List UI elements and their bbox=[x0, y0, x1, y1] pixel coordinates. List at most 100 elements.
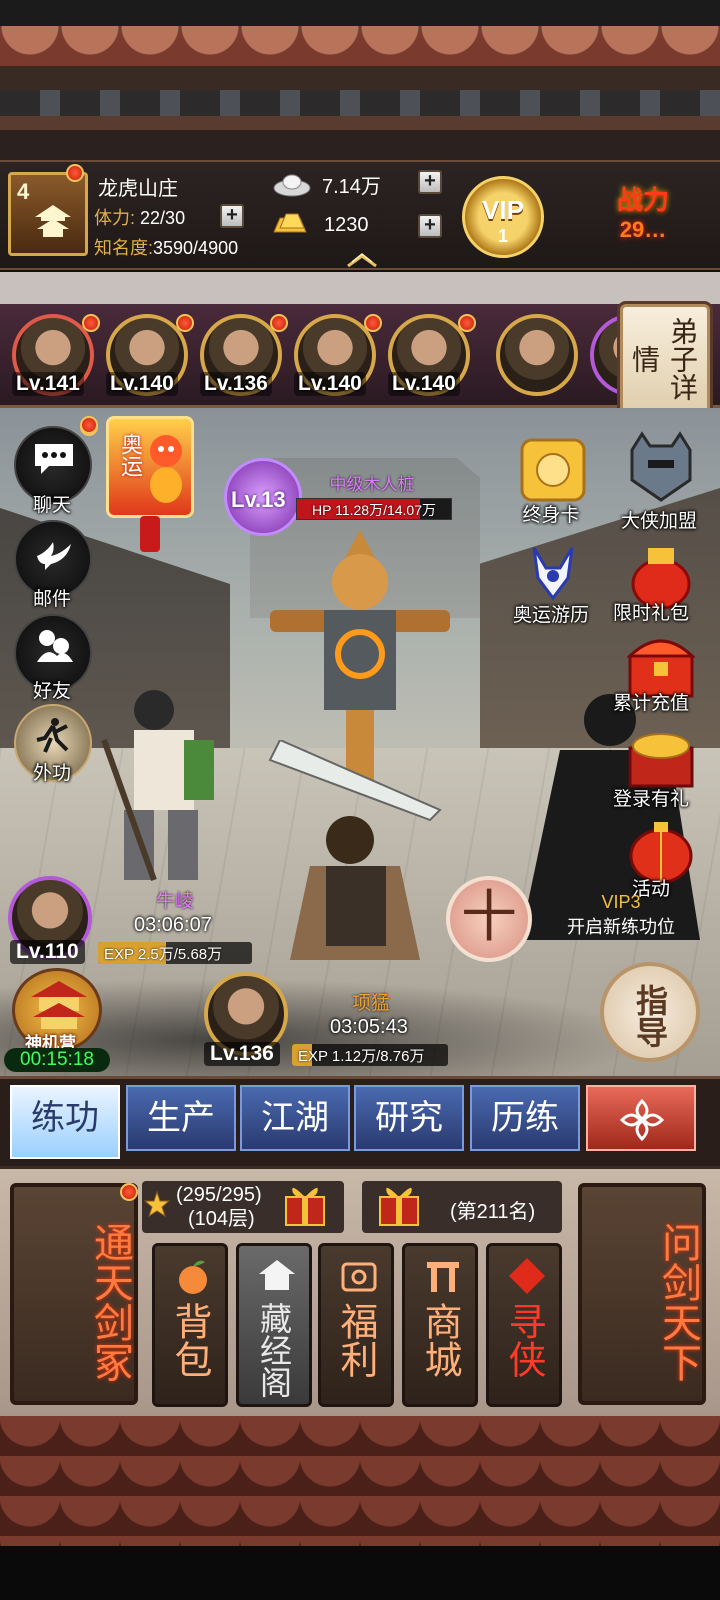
target-name: 中级木人桩 bbox=[329, 475, 415, 494]
notification-dot bbox=[120, 1183, 138, 1201]
collapse-chevron-icon[interactable] bbox=[344, 250, 380, 268]
silver-amount: 7.14万 bbox=[322, 176, 381, 198]
silver-ingot-icon bbox=[273, 174, 311, 197]
gift-box-icon[interactable] bbox=[374, 1179, 424, 1229]
notification-dot bbox=[458, 314, 476, 332]
pavilion-roof-icon bbox=[259, 1260, 295, 1290]
tab-jianghu[interactable]: 江湖 bbox=[240, 1085, 350, 1151]
manor-level: 4 bbox=[17, 179, 30, 204]
guide-button[interactable]: 指导 bbox=[600, 962, 700, 1062]
disciple-figure-left bbox=[101, 690, 214, 882]
exp-bar: EXP 2.5万/5.68万 bbox=[98, 942, 252, 964]
bottom-panel: 通天剑冢 (295/295) (104层) (第211名) 问剑天下 背包 藏经… bbox=[0, 1166, 720, 1416]
add-gold-button[interactable]: + bbox=[418, 214, 442, 238]
gold-amount: 1230 bbox=[324, 214, 369, 236]
scripture-pavilion-button[interactable]: 藏经阁 bbox=[236, 1243, 312, 1407]
tower-floor: (104层) bbox=[188, 1208, 255, 1230]
tab-experience[interactable]: 历练 bbox=[470, 1085, 580, 1151]
login-gift-label: 登录有礼 bbox=[612, 789, 689, 810]
tab-research[interactable]: 研究 bbox=[354, 1085, 464, 1151]
welfare-button[interactable]: 福利 bbox=[318, 1243, 394, 1407]
disciple-bar: Lv.141 Lv.140 Lv.136 Lv.140 Lv.140 bbox=[0, 304, 720, 408]
backpack-peach-icon bbox=[179, 1260, 207, 1294]
disciple-level: Lv.140 bbox=[294, 372, 366, 396]
gold-ingot-icon bbox=[273, 213, 307, 233]
cumulative-recharge-label: 累计充值 bbox=[612, 693, 689, 714]
wenjian-tianxia-button[interactable]: 问剑天下 bbox=[578, 1183, 706, 1405]
notification-dot bbox=[66, 164, 84, 182]
add-training-slot-button[interactable]: 十 bbox=[446, 876, 532, 962]
vip-badge[interactable]: VIP 1 bbox=[462, 176, 544, 258]
navigation-bar-area bbox=[0, 1546, 720, 1600]
lifetime-card-icon[interactable] bbox=[512, 434, 594, 510]
workshop-button[interactable]: 神机营 bbox=[12, 968, 102, 1053]
martial-artist-icon bbox=[36, 718, 69, 753]
palace-icon bbox=[31, 981, 87, 1029]
training-timer: 03:06:07 bbox=[134, 914, 212, 936]
notification-dot bbox=[270, 314, 288, 332]
olympic-tour-label: 奥运游历 bbox=[512, 605, 589, 626]
chat-label: 聊天 bbox=[32, 495, 71, 516]
red-seal-icon bbox=[509, 1258, 545, 1294]
limited-pack-label: 限时礼包 bbox=[612, 603, 689, 624]
dove-icon bbox=[37, 542, 71, 570]
add-stamina-button[interactable]: + bbox=[220, 204, 244, 228]
tassel-decoration bbox=[140, 516, 160, 552]
workshop-timer: 00:15:18 bbox=[4, 1048, 110, 1072]
pavilion-icon bbox=[35, 205, 71, 237]
shop-button[interactable]: 商城 bbox=[402, 1243, 478, 1407]
divider bbox=[0, 272, 720, 304]
notification-dot bbox=[80, 416, 98, 434]
main-tab-bar: 练功 生产 江湖 研究 历练 bbox=[0, 1076, 720, 1166]
disciple-avatar[interactable] bbox=[496, 314, 578, 396]
tower-progress: (295/295) bbox=[176, 1184, 262, 1206]
disciple-level: Lv.140 bbox=[388, 372, 460, 396]
disciple-name: 项猛 bbox=[352, 993, 391, 1014]
notification-dot bbox=[82, 314, 100, 332]
training-timer: 03:05:43 bbox=[330, 1016, 408, 1038]
lifetime-card-label: 终身卡 bbox=[522, 505, 580, 526]
mail-label: 邮件 bbox=[32, 589, 71, 610]
disciple-figure-center bbox=[268, 740, 442, 960]
notification-dot bbox=[364, 314, 382, 332]
hero-join-label: 大侠加盟 bbox=[620, 511, 697, 532]
disciple-level: Lv.140 bbox=[106, 372, 178, 396]
friends-label: 好友 bbox=[32, 681, 71, 702]
olympic-event-card[interactable]: 奥运 bbox=[106, 416, 194, 518]
combat-power[interactable]: 战力 29… bbox=[578, 180, 708, 250]
backpack-button[interactable]: 背包 bbox=[152, 1243, 228, 1407]
disciple-detail-button[interactable]: 弟子详情 bbox=[620, 304, 710, 414]
tab-training[interactable]: 练功 bbox=[10, 1085, 120, 1159]
exp-bar: EXP 1.12万/8.76万 bbox=[292, 1044, 448, 1066]
dragon-mascot-icon bbox=[150, 435, 182, 503]
tongtian-sword-tomb-button[interactable]: 通天剑冢 bbox=[10, 1183, 138, 1405]
vip-slot-unlock: VIP3 开启新练功位 bbox=[567, 892, 675, 937]
roof-decoration bbox=[0, 0, 720, 160]
fame: 知名度:3590/4900 bbox=[94, 238, 239, 258]
friends-icon bbox=[37, 630, 73, 662]
rank-value: (第211名) bbox=[450, 1201, 536, 1223]
notification-dot bbox=[176, 314, 194, 332]
target-level-badge: Lv.13 bbox=[224, 458, 302, 536]
disciple-level: Lv.136 bbox=[200, 372, 272, 396]
disciple-name: 牛崚 bbox=[156, 891, 195, 912]
hero-helmet-icon[interactable] bbox=[620, 430, 702, 506]
shop-gate-icon bbox=[427, 1262, 459, 1292]
coin-box-icon bbox=[341, 1262, 377, 1292]
manor-level-badge[interactable]: 4 bbox=[8, 172, 88, 256]
menu-flower-icon bbox=[619, 1098, 665, 1142]
tab-menu[interactable] bbox=[586, 1085, 696, 1151]
add-silver-button[interactable]: + bbox=[418, 170, 442, 194]
gift-box-icon[interactable] bbox=[280, 1179, 330, 1229]
player-header: 4 龙虎山庄 体力: 22/30 + 知名度:3590/4900 7.14万 +… bbox=[0, 160, 720, 270]
external-skill-label: 外功 bbox=[32, 763, 71, 784]
seek-hero-button[interactable]: 寻侠 bbox=[486, 1243, 562, 1407]
manor-name: 龙虎山庄 bbox=[98, 178, 178, 200]
stamina: 体力: 22/30 bbox=[94, 208, 186, 228]
tab-production[interactable]: 生产 bbox=[126, 1085, 236, 1151]
disciple-level: Lv.141 bbox=[12, 372, 84, 396]
star-icon bbox=[144, 1191, 170, 1217]
disciple-level: Lv.110 bbox=[10, 940, 85, 964]
chat-bubble-icon bbox=[35, 444, 73, 474]
target-hp-bar: HP 11.28万/14.07万 bbox=[296, 498, 452, 520]
